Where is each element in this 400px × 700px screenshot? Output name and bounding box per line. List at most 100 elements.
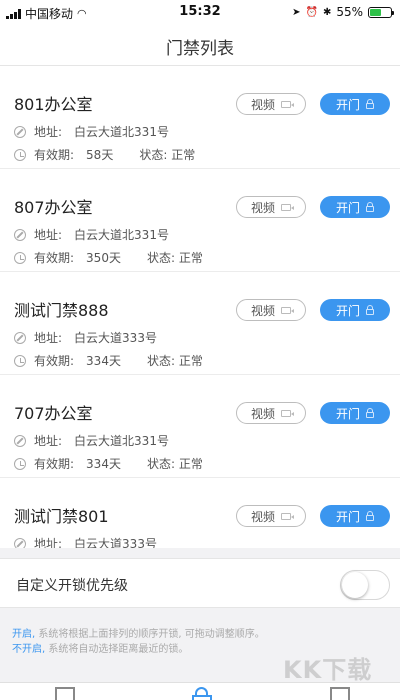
address-label: 地址:	[34, 228, 63, 242]
address-value: 白云大道北331号	[74, 434, 169, 448]
watermark: KK下载	[283, 656, 373, 684]
expiry-row: 有效期: 334天 状态: 正常	[14, 352, 203, 369]
video-button-label: 视频	[250, 200, 275, 215]
clock-icon	[14, 251, 26, 264]
toggle-knob	[342, 572, 368, 598]
note-on-prefix: 开启,	[12, 629, 36, 640]
unlock-tab-icon[interactable]	[192, 687, 212, 700]
open-door-button[interactable]: 开门	[320, 505, 390, 527]
note-on-text: 系统将根据上面排列的顺序开锁, 可拖动调整顺序。	[38, 629, 265, 640]
status-text: 状态: 正常	[147, 249, 203, 266]
open-button-label: 开门	[335, 200, 360, 215]
expiry-row: 有效期: 334天 状态: 正常	[14, 455, 203, 472]
compass-icon	[14, 228, 26, 241]
expiry-label: 有效期:	[34, 354, 75, 368]
camera-icon	[281, 512, 294, 520]
door-card: 测试门禁801 视频 开门 地址: 白云大道333号	[0, 478, 400, 548]
open-door-button[interactable]: 开门	[320, 402, 390, 424]
compass-icon	[14, 537, 26, 548]
lock-icon	[366, 407, 374, 418]
clock-icon	[14, 354, 26, 367]
door-name: 测试门禁801	[14, 507, 109, 526]
expiry-row: 有效期: 58天 状态: 正常	[14, 146, 195, 163]
note-on: 开启, 系统将根据上面排列的顺序开锁, 可拖动调整顺序。	[12, 627, 265, 642]
address-label: 地址:	[34, 331, 63, 345]
door-card: 807办公室 视频 开门 地址: 白云大道北331号 有效期: 350天 状态: 正常	[0, 169, 400, 272]
expiry-value: 334天	[86, 354, 121, 368]
expiry-value: 334天	[86, 457, 121, 471]
camera-icon	[281, 100, 294, 108]
grid-icon[interactable]	[330, 687, 350, 700]
battery-fill	[370, 8, 381, 16]
expiry-label: 有效期:	[34, 148, 75, 162]
nav-bar: 门禁列表	[0, 24, 400, 66]
clock-icon	[14, 148, 26, 161]
status-label: 状态:	[139, 148, 168, 162]
status-value: 正常	[171, 148, 196, 162]
compass-icon	[14, 434, 26, 447]
priority-notes: 开启, 系统将根据上面排列的顺序开锁, 可拖动调整顺序。 不开启, 系统将自动选…	[12, 627, 265, 657]
status-label: 状态:	[146, 354, 175, 368]
address-row: 地址: 白云大道333号	[14, 535, 157, 548]
bluetooth-icon: ✱	[322, 6, 332, 18]
status-text: 状态: 正常	[147, 455, 203, 472]
status-value: 正常	[178, 251, 203, 265]
alarm-icon: ⏰	[305, 6, 318, 18]
building-icon[interactable]	[55, 687, 75, 700]
page-title: 门禁列表	[166, 39, 234, 59]
door-card: 707办公室 视频 开门 地址: 白云大道北331号 有效期: 334天 状态: 正常	[0, 375, 400, 478]
note-off: 不开启, 系统将自动选择距离最近的锁。	[12, 642, 265, 657]
open-door-button[interactable]: 开门	[320, 196, 390, 218]
door-list[interactable]: 801办公室 视频 开门 地址: 白云大道北331号 有效期: 58天 状态: 正常 …	[0, 66, 400, 548]
door-name: 测试门禁888	[14, 301, 109, 320]
video-button[interactable]: 视频	[236, 196, 306, 218]
address-value: 白云大道333号	[74, 331, 157, 345]
address-value: 白云大道北331号	[74, 228, 169, 242]
address-row: 地址: 白云大道333号	[14, 329, 157, 346]
open-door-button[interactable]: 开门	[320, 93, 390, 115]
compass-icon	[14, 331, 26, 344]
door-card: 测试门禁888 视频 开门 地址: 白云大道333号 有效期: 334天 状态: 正常	[0, 272, 400, 375]
open-button-label: 开门	[335, 97, 360, 112]
status-value: 正常	[178, 354, 203, 368]
open-button-label: 开门	[335, 406, 360, 421]
location-icon: ➤	[292, 6, 301, 18]
priority-label: 自定义开锁优先级	[16, 578, 128, 594]
video-button[interactable]: 视频	[236, 505, 306, 527]
status-bar: 中国移动 ◠ 15:32 ➤ ⏰ ✱ 55%	[0, 0, 400, 24]
status-text: 状态: 正常	[139, 146, 195, 163]
video-button[interactable]: 视频	[236, 93, 306, 115]
open-door-button[interactable]: 开门	[320, 299, 390, 321]
address-row: 地址: 白云大道北331号	[14, 226, 169, 243]
video-button[interactable]: 视频	[236, 402, 306, 424]
camera-icon	[281, 203, 294, 211]
address-value: 白云大道北331号	[74, 125, 169, 139]
expiry-label: 有效期:	[34, 251, 75, 265]
door-name: 807办公室	[14, 198, 93, 217]
note-off-prefix: 不开启,	[12, 644, 46, 655]
priority-toggle[interactable]	[340, 570, 390, 600]
door-name: 801办公室	[14, 95, 93, 114]
lock-icon	[366, 510, 374, 521]
note-off-text: 系统将自动选择距离最近的锁。	[48, 644, 189, 655]
expiry-value: 58天	[86, 148, 114, 162]
video-button-label: 视频	[250, 303, 275, 318]
door-name: 707办公室	[14, 404, 93, 423]
video-button-label: 视频	[250, 97, 275, 112]
status-value: 正常	[178, 457, 203, 471]
clock-icon	[14, 457, 26, 470]
open-button-label: 开门	[335, 509, 360, 524]
camera-icon	[281, 306, 294, 314]
status-text: 状态: 正常	[147, 352, 203, 369]
door-card: 801办公室 视频 开门 地址: 白云大道北331号 有效期: 58天 状态: 正常	[0, 66, 400, 169]
address-label: 地址:	[34, 537, 63, 548]
status-label: 状态:	[146, 251, 175, 265]
video-button-label: 视频	[250, 509, 275, 524]
video-button-label: 视频	[250, 406, 275, 421]
compass-icon	[14, 125, 26, 138]
lock-icon	[366, 98, 374, 109]
expiry-label: 有效期:	[34, 457, 75, 471]
address-value: 白云大道333号	[74, 537, 157, 548]
open-button-label: 开门	[335, 303, 360, 318]
video-button[interactable]: 视频	[236, 299, 306, 321]
